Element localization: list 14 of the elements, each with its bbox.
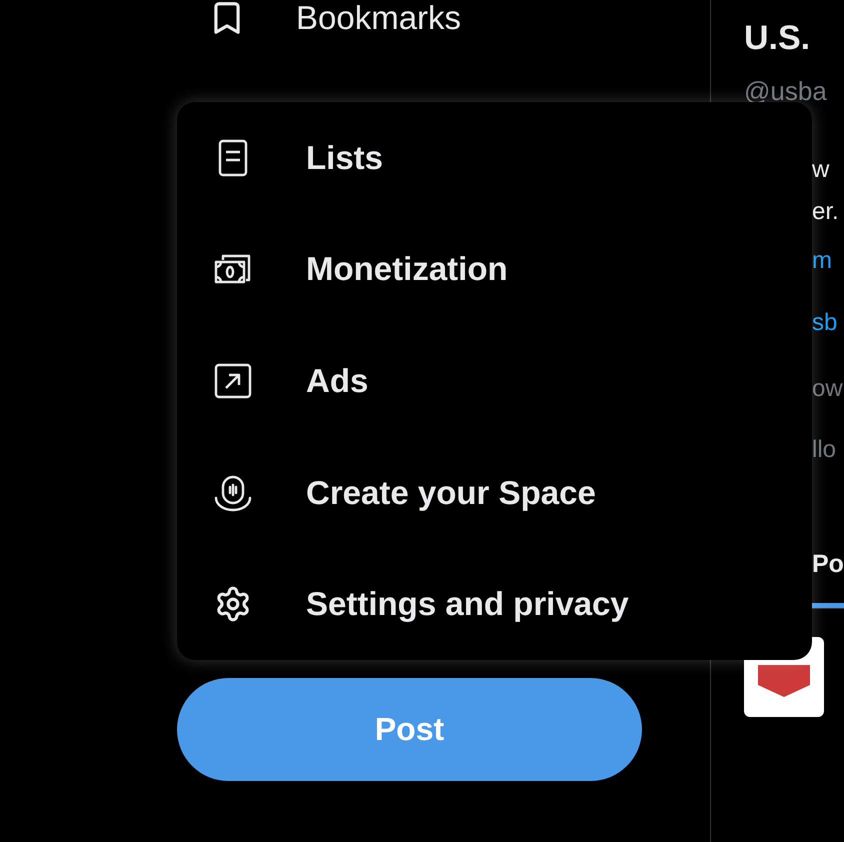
profile-link[interactable]: sb (812, 309, 838, 336)
bio-text: w (812, 156, 830, 183)
follow-count[interactable]: ow (812, 375, 843, 402)
profile-name: U.S. (744, 19, 810, 57)
follow-count[interactable]: llo (812, 436, 836, 463)
menu-item[interactable]: Settings and privacy (177, 548, 812, 660)
sidebar-item[interactable]: Bookmarks (177, 0, 642, 74)
external-link-icon (214, 362, 252, 400)
profile-link[interactable]: m (812, 247, 832, 274)
menu-item[interactable]: Monetization (177, 214, 812, 326)
menu-item[interactable]: Create your Space (177, 436, 812, 548)
bio-text: er. (812, 198, 839, 225)
menu-item[interactable]: Ads (177, 325, 812, 437)
microphone-icon (214, 474, 252, 512)
